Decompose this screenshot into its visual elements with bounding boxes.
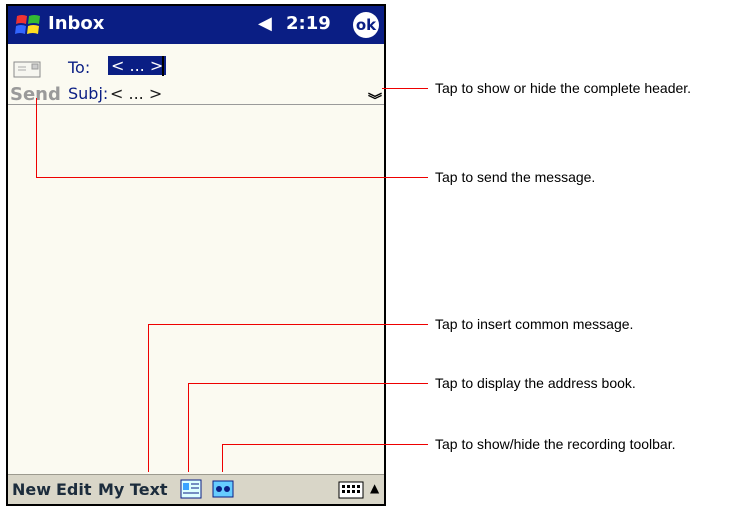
app-title: Inbox [48,13,105,34]
subject-field[interactable]: < ... > [110,84,162,103]
caption-recording: Tap to show/hide the recording toolbar. [435,436,676,452]
address-book-icon[interactable] [180,479,202,499]
recording-toolbar-icon[interactable] [212,480,234,498]
message-header: Send To: < ... > Subj: < ... > ︾ [8,44,384,109]
send-envelope-icon[interactable] [12,58,42,80]
menu-edit[interactable]: Edit [56,480,92,499]
input-panel-arrow-icon[interactable]: ▲ [370,481,379,495]
text-cursor [162,56,164,76]
ok-button[interactable]: ok [353,12,379,38]
callout-line-recording [222,444,428,445]
caption-send: Tap to send the message. [435,169,596,185]
callout-line-header [382,88,428,89]
keyboard-icon[interactable] [338,481,364,499]
menu-my-text[interactable]: My Text [98,480,168,499]
callout-line-send [36,177,428,178]
menu-new[interactable]: New [12,480,51,499]
volume-icon[interactable]: ◀︎ [258,13,272,34]
pocketpc-screen: Inbox ◀︎ 2:19 ok Send To: < ... > Subj: … [6,4,386,506]
callout-line-mytext-vertical [148,324,149,472]
clock[interactable]: 2:19 [286,13,331,34]
caption-address-book: Tap to display the address book. [435,375,636,391]
title-bar: Inbox ◀︎ 2:19 ok [8,6,384,44]
caption-my-text: Tap to insert common message. [435,316,634,332]
callout-line-send-vertical [36,98,37,177]
callout-line-recording-vertical [222,444,223,472]
callout-line-addressbook [188,383,428,384]
to-field[interactable]: < ... > [108,56,167,75]
message-body[interactable] [8,105,384,456]
to-label: To: [68,58,91,77]
callout-line-addressbook-vertical [188,383,189,472]
windows-start-icon[interactable] [14,11,42,39]
subject-label: Subj: [68,84,109,103]
caption-header: Tap to show or hide the complete header. [435,80,692,96]
menu-bar: New Edit My Text ▲ [8,474,384,504]
callout-line-mytext [148,324,428,325]
